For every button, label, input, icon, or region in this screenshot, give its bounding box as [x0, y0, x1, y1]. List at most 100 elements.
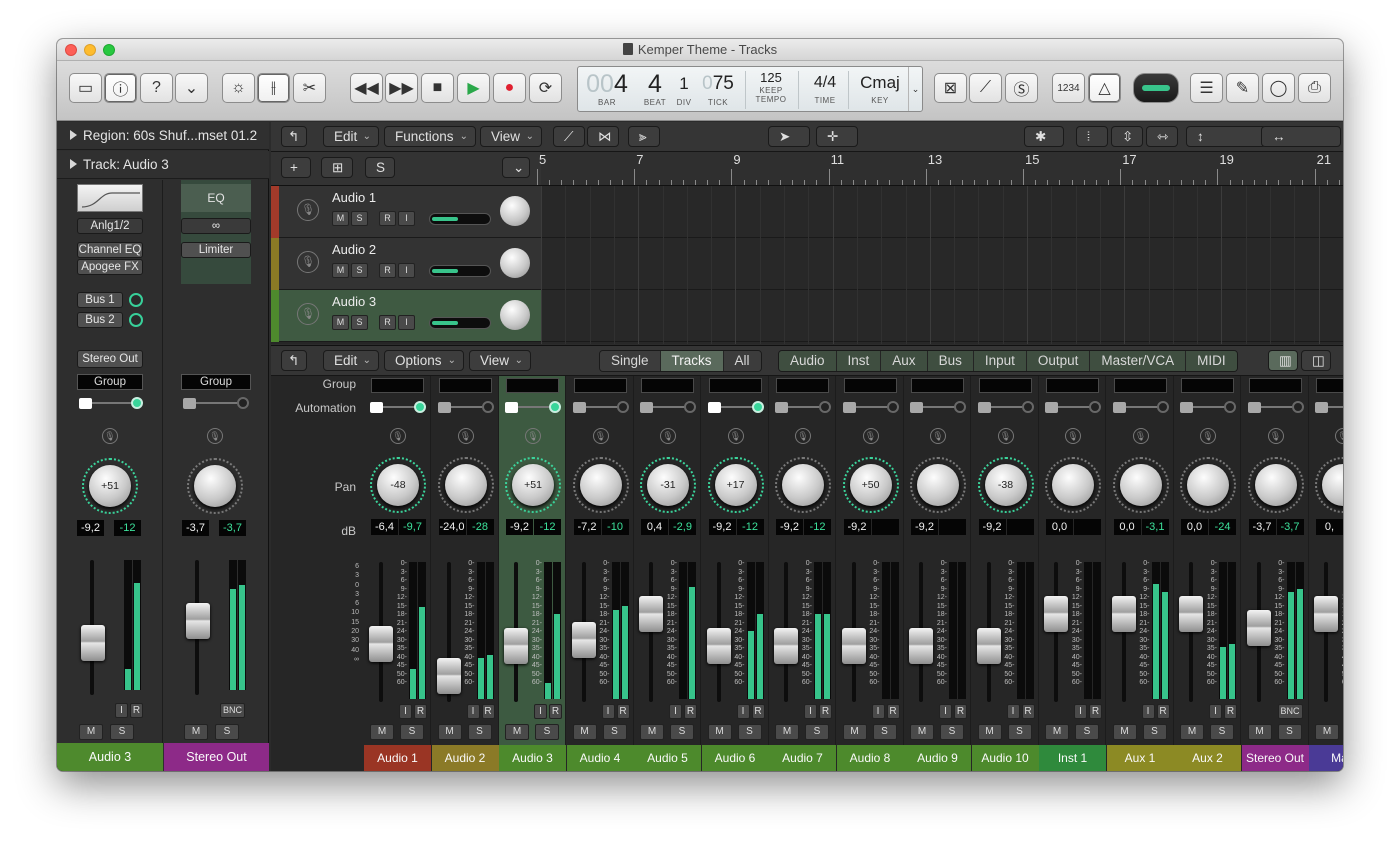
solo-button[interactable]: S [351, 211, 368, 226]
microphone-icon[interactable]: 🎙 [1267, 428, 1284, 444]
track-lane[interactable] [541, 238, 1343, 290]
volume-fader[interactable] [436, 658, 461, 694]
channel-name[interactable]: Audio 6 [701, 745, 769, 771]
record-enable-button[interactable]: R [751, 704, 765, 719]
input-monitor-button[interactable]: I [1141, 704, 1155, 719]
region-inspector-header[interactable]: Region: 60s Shuf...mset 01.2 [57, 122, 269, 150]
track-inspector-header[interactable]: Track: Audio 3 [57, 151, 269, 179]
automation-read-toggle[interactable] [1045, 402, 1058, 413]
mixer-edit-menu[interactable]: Edit ⌄ [323, 350, 379, 371]
channel-name[interactable]: Audio 8 [836, 745, 904, 771]
microphone-icon[interactable]: 🎙 [930, 428, 946, 444]
record-enable-button[interactable]: R [1224, 704, 1237, 719]
toolbar-icon[interactable]: ⌄ [175, 73, 208, 103]
pan-knob[interactable] [917, 464, 959, 506]
narrow-view-icon[interactable]: ◫ [1301, 350, 1331, 371]
mute-button[interactable]: M [437, 724, 462, 740]
automation-read-toggle[interactable] [1247, 402, 1261, 413]
record-enable-button[interactable]: R [616, 704, 630, 719]
group-slot[interactable] [911, 378, 964, 393]
output-slot[interactable]: Stereo Out [77, 350, 143, 368]
input-monitor-button[interactable]: I [398, 211, 415, 226]
solo-button[interactable]: S [940, 724, 964, 740]
record-enable-button[interactable]: R [549, 704, 562, 719]
input-monitor-button[interactable]: I [1209, 704, 1222, 719]
vertical-zoom-icon[interactable]: ⇳ [1111, 126, 1143, 147]
pan-knob[interactable]: +51 [89, 465, 131, 507]
channel-name[interactable]: Inst 1 [1039, 745, 1106, 771]
mute-button[interactable]: M [842, 724, 867, 740]
volume-fader[interactable] [571, 622, 596, 658]
channel-name[interactable]: Audio 3 [499, 745, 566, 771]
solo-button[interactable]: S [351, 315, 368, 330]
solo-button[interactable]: S [805, 724, 829, 740]
solo-button[interactable]: S [602, 724, 627, 740]
plugin-slot[interactable]: Apogee FX [77, 259, 143, 275]
group-slot[interactable] [506, 378, 559, 393]
volume-fader-track[interactable] [1324, 562, 1328, 702]
solo-button[interactable]: S [1075, 724, 1099, 740]
group-slot[interactable] [371, 378, 424, 393]
browsers-icon[interactable]: ⎙ [1298, 73, 1331, 103]
track-volume-slider[interactable] [429, 213, 491, 225]
track-pan-knob[interactable] [500, 196, 530, 226]
record-enable-button[interactable]: R [414, 704, 427, 719]
group-slot[interactable] [641, 378, 694, 393]
channel-name[interactable]: Aux 1 [1106, 745, 1174, 771]
channel-name[interactable]: Audio 4 [566, 745, 634, 771]
track-volume-slider[interactable] [429, 265, 491, 277]
group-slot[interactable] [1248, 378, 1302, 393]
pointer-tool-icon[interactable]: ➤ [768, 126, 810, 147]
add-track-icon[interactable]: + [281, 157, 311, 178]
pan-knob[interactable]: -48 [377, 464, 419, 506]
mode-all[interactable]: All [723, 351, 761, 371]
channel-name[interactable]: Audio 3 [57, 743, 163, 771]
group-slot[interactable] [843, 378, 897, 393]
volume-fader[interactable] [1179, 595, 1203, 632]
microphone-icon[interactable]: 🎙 [525, 428, 541, 444]
input-slot[interactable]: Anlg1/2 [77, 218, 143, 234]
new-track-icon[interactable]: ⊞ [321, 157, 353, 178]
disclosure-triangle-icon[interactable] [70, 159, 77, 169]
automation-mode[interactable] [1045, 401, 1101, 413]
filter-bus[interactable]: Bus [927, 351, 974, 371]
solo-icon[interactable]: Ⓢ [1005, 73, 1038, 103]
pan-knob[interactable]: +50 [849, 464, 892, 506]
library-icon[interactable]: ▭ [69, 73, 102, 103]
automation-read-toggle[interactable] [977, 402, 991, 413]
input-monitor-button[interactable]: I [534, 704, 547, 719]
automation-mode[interactable] [183, 397, 249, 409]
pan-knob[interactable] [194, 465, 236, 507]
note-pad-icon[interactable]: ✎ [1226, 73, 1259, 103]
stop-icon[interactable]: ■ [421, 73, 454, 103]
automation-mode[interactable] [505, 401, 561, 413]
mute-button[interactable]: M [332, 263, 349, 278]
input-monitor-button[interactable]: I [1006, 704, 1020, 719]
volume-fader-track[interactable] [1189, 562, 1193, 702]
group-slot[interactable] [708, 378, 762, 393]
input-monitor-button[interactable]: I [804, 704, 817, 719]
volume-fader[interactable] [909, 628, 933, 664]
filter-inst[interactable]: Inst [836, 351, 882, 371]
channel-name[interactable]: Aux 2 [1174, 745, 1241, 771]
pan-knob[interactable]: -31 [647, 464, 689, 506]
filter-audio[interactable]: Audio [779, 351, 837, 371]
solo-button[interactable]: S [737, 724, 762, 740]
cycle-icon[interactable]: ⟳ [529, 73, 562, 103]
tuner-icon[interactable]: ⟋ [969, 73, 1002, 103]
mute-button[interactable]: M [505, 724, 529, 740]
solo-button[interactable]: S [1210, 724, 1234, 740]
mixer-view-menu[interactable]: View ⌄ [469, 350, 531, 371]
track-options-icon[interactable]: ⌄ [502, 157, 530, 178]
volume-fader[interactable] [1111, 595, 1136, 632]
volume-fader[interactable] [774, 628, 798, 664]
volume-fader-track[interactable] [649, 562, 653, 702]
volume-fader[interactable] [504, 628, 528, 664]
track-header[interactable]: 🎙 Audio 1 M S R I [271, 186, 541, 238]
ruler[interactable]: 5 7 9 11 13 15 17 19 21 [537, 152, 1343, 186]
channel-name[interactable]: Mas [1309, 745, 1343, 771]
input-monitor-button[interactable]: I [398, 263, 415, 278]
track-content-area[interactable] [541, 186, 1343, 344]
count-in-icon[interactable]: 1234 [1052, 73, 1085, 103]
filter-aux[interactable]: Aux [881, 351, 928, 371]
